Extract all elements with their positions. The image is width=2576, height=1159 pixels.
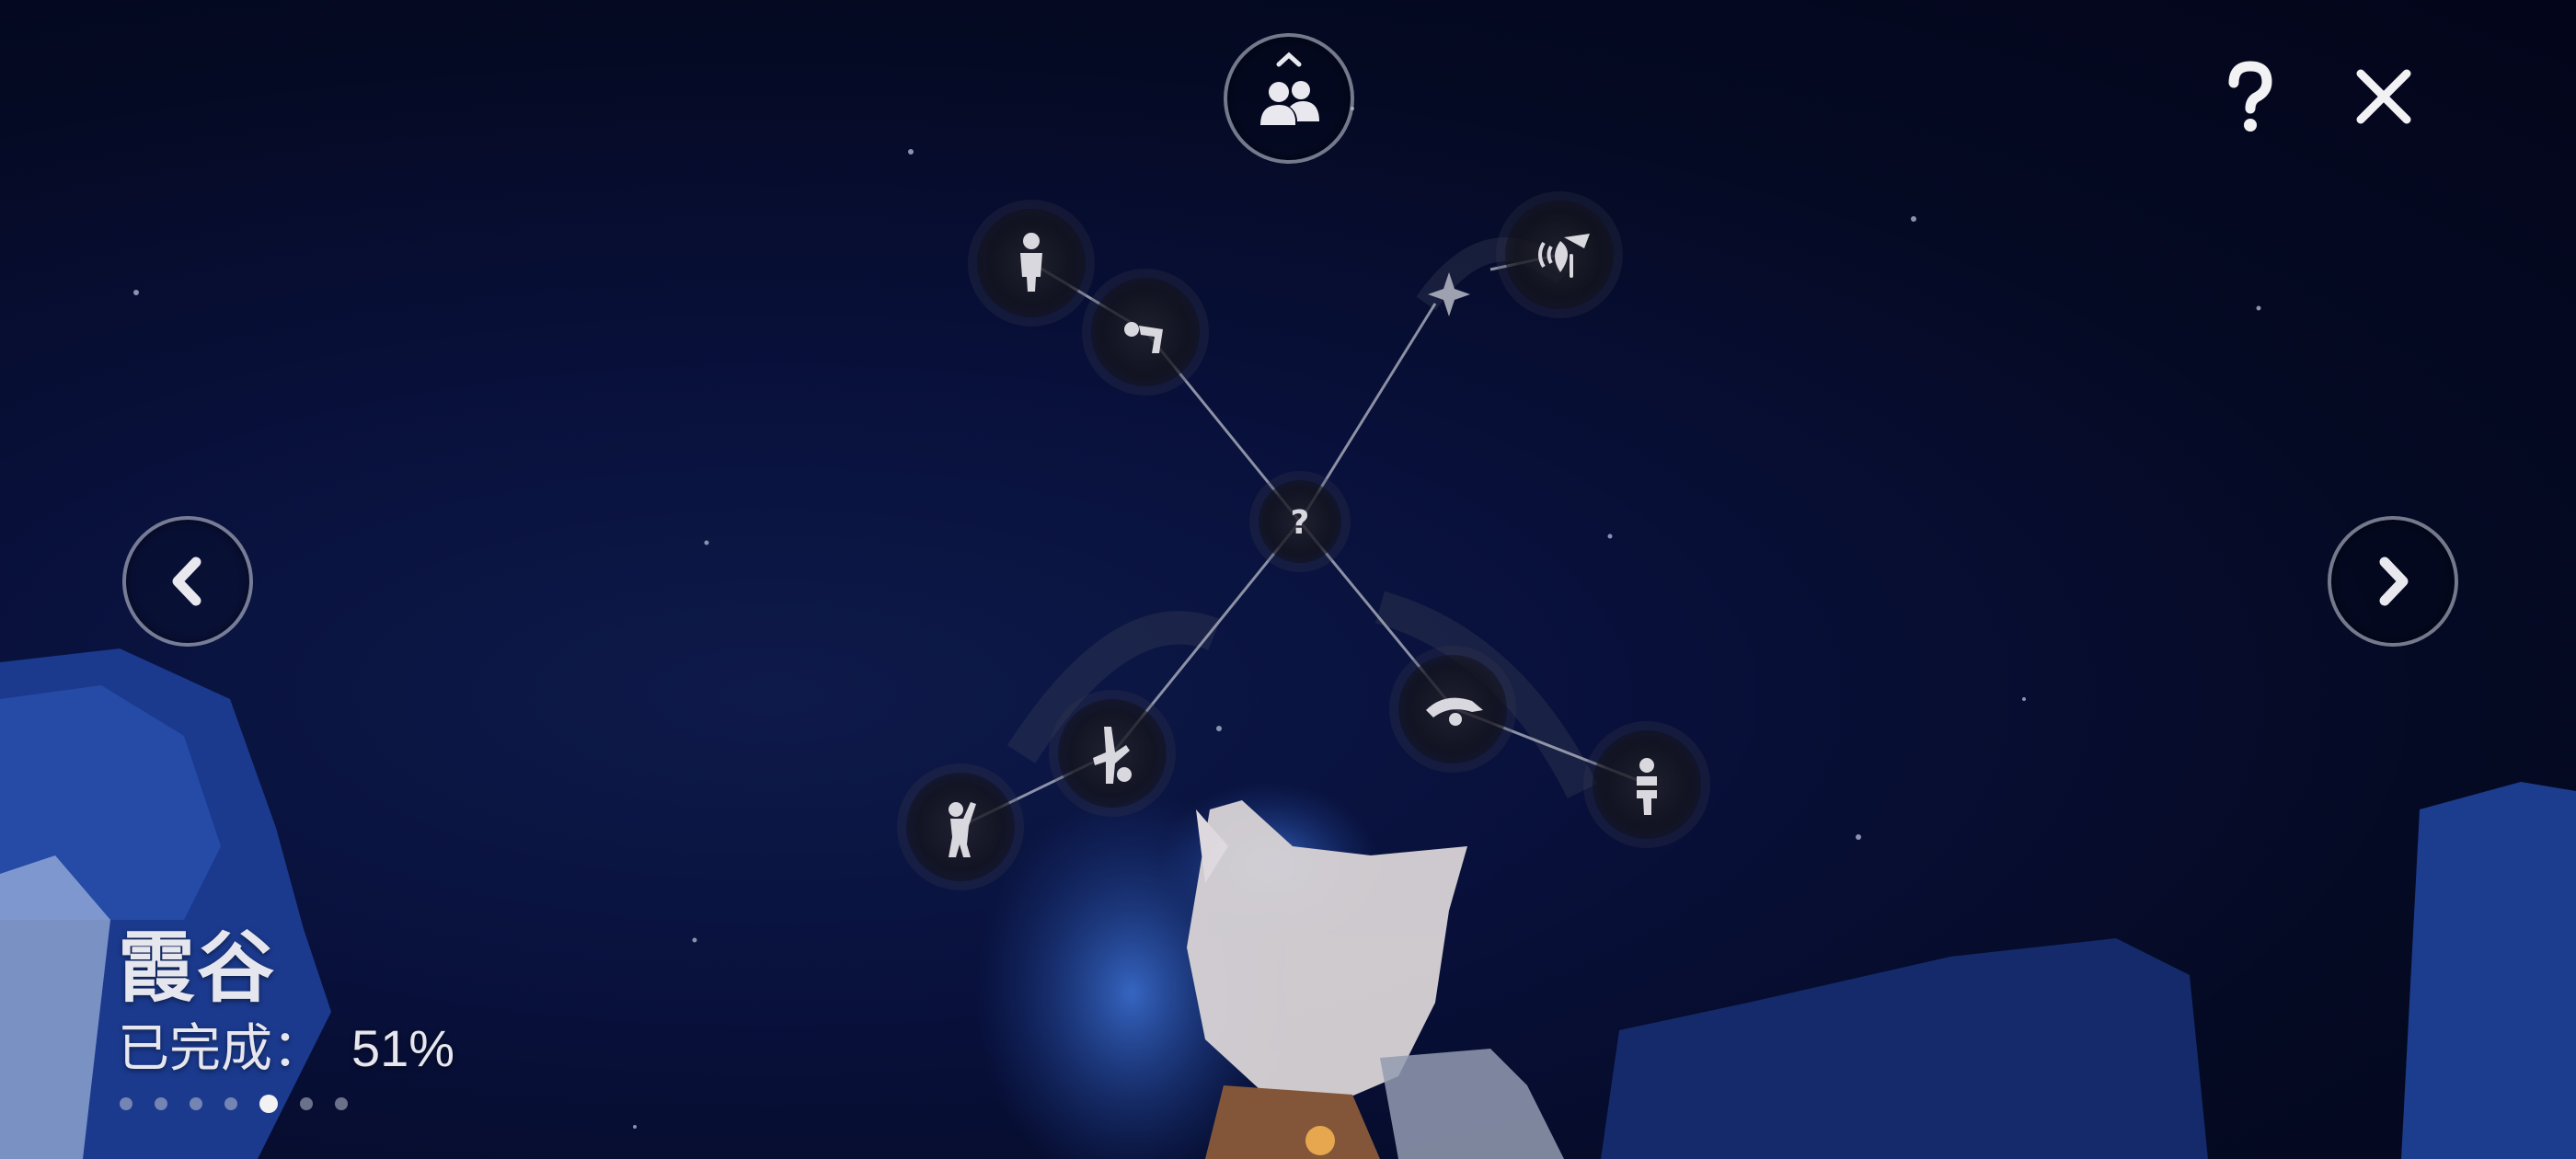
crossed-arms-emote-icon: [1635, 758, 1659, 815]
bow-emote-icon: [1124, 322, 1163, 353]
constellation-node-handstand[interactable]: [1058, 699, 1167, 808]
friends-icon: [1260, 52, 1319, 125]
wave-emote-icon: [949, 802, 976, 857]
page-dot: [300, 1097, 313, 1110]
handstand-emote-icon: [1093, 727, 1132, 784]
locked-node-icon: ?: [1291, 504, 1310, 542]
svg-text:?: ?: [1291, 504, 1310, 542]
page-dot: [335, 1097, 348, 1110]
constellation-node-dive[interactable]: [1398, 655, 1507, 763]
constellation-node-standing[interactable]: [977, 209, 1086, 317]
game-screen: ? 霞谷 已完成： 51%: [0, 0, 2576, 1159]
constellation-node-shush[interactable]: [1505, 201, 1614, 309]
chevron-right-icon: [2379, 557, 2409, 606]
help-button[interactable]: [2215, 57, 2285, 136]
shush-emote-icon: [1538, 234, 1590, 278]
page-dot: [155, 1097, 167, 1110]
page-dot-active: [259, 1095, 278, 1113]
previous-area-button[interactable]: [122, 516, 253, 647]
page-dot: [190, 1097, 202, 1110]
area-name: 霞谷: [118, 923, 277, 1013]
constellation-node-crossed-arms[interactable]: [1593, 730, 1701, 839]
constellation-node-wave[interactable]: [906, 773, 1015, 881]
next-area-button[interactable]: [2328, 516, 2458, 647]
close-button[interactable]: [2353, 66, 2414, 127]
friends-button[interactable]: [1224, 33, 1354, 164]
chevron-left-icon: [172, 557, 201, 606]
constellation-node-bow[interactable]: [1091, 278, 1200, 386]
completion-progress: 已完成： 51%: [118, 1007, 454, 1082]
constellation-links: [960, 253, 1648, 828]
page-dot: [224, 1097, 237, 1110]
star-icon: [1428, 272, 1470, 316]
progress-label: 已完成：: [118, 1019, 324, 1079]
page-indicator: [120, 1095, 348, 1113]
progress-value: 51%: [351, 1019, 455, 1077]
page-dot: [120, 1097, 132, 1110]
question-mark-icon: [2228, 61, 2272, 132]
close-icon: [2356, 69, 2411, 124]
constellation-node-locked[interactable]: ?: [1259, 480, 1341, 563]
standing-emote-icon: [1020, 233, 1042, 292]
dive-emote-icon: [1426, 697, 1483, 726]
